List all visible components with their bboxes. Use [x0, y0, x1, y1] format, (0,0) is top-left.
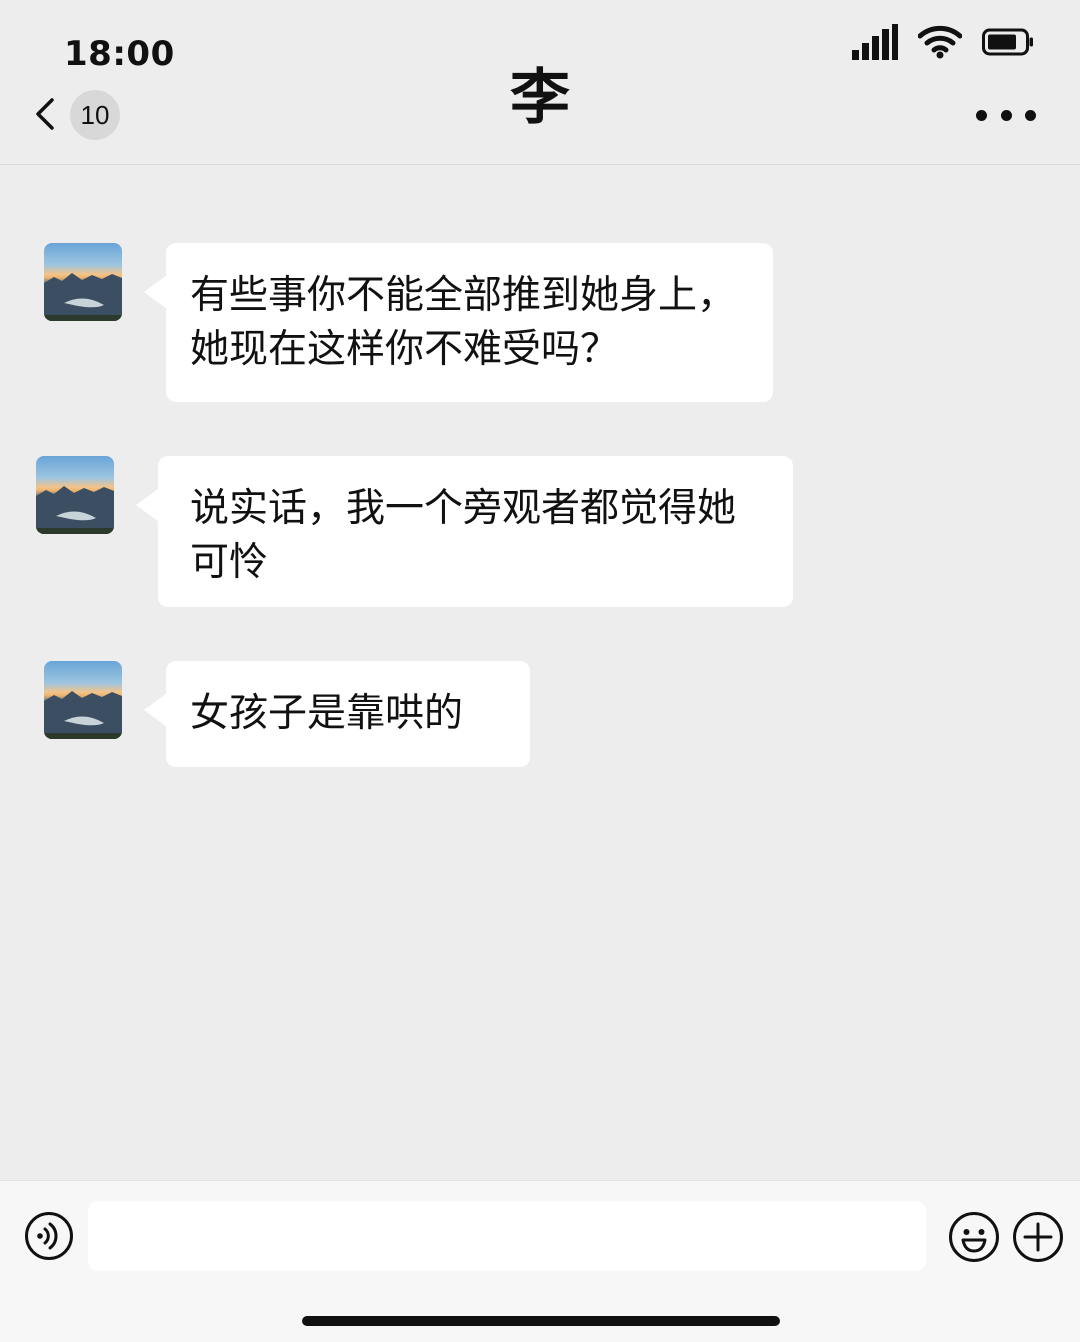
chat-title: 李 [510, 63, 570, 133]
landscape-avatar-icon [36, 486, 114, 534]
voice-icon[interactable] [24, 1211, 74, 1261]
landscape-avatar-icon [44, 691, 122, 739]
more-dot [1025, 109, 1036, 121]
message-bubble[interactable]: 有些事你不能全部推到她身上，她现在这样你不难受吗？ [144, 243, 773, 402]
emoji-icon[interactable] [948, 1211, 1000, 1263]
cellular-signal-icon [852, 24, 898, 60]
plus-icon[interactable] [1012, 1211, 1064, 1263]
chat-header: 18:00 10 李 [0, 0, 1080, 165]
message-row: 女孩子是靠哄的 [44, 661, 530, 767]
avatar[interactable] [44, 243, 122, 321]
message-bubble[interactable]: 女孩子是靠哄的 [144, 661, 530, 767]
message-input[interactable] [88, 1201, 926, 1271]
more-dots-icon[interactable] [976, 104, 1036, 126]
message-row: 有些事你不能全部推到她身上，她现在这样你不难受吗？ [44, 243, 773, 402]
battery-icon [982, 28, 1033, 56]
status-icons [852, 24, 1034, 60]
avatar[interactable] [44, 661, 122, 739]
message-row: 说实话，我一个旁观者都觉得她可怜 [36, 456, 793, 607]
more-dot [1000, 109, 1012, 121]
home-indicator[interactable] [302, 1316, 780, 1326]
avatar[interactable] [36, 456, 114, 534]
wifi-icon [918, 25, 962, 59]
more-dot [976, 109, 987, 121]
landscape-avatar-icon [44, 273, 122, 321]
message-bubble[interactable]: 说实话，我一个旁观者都觉得她可怜 [136, 456, 793, 607]
